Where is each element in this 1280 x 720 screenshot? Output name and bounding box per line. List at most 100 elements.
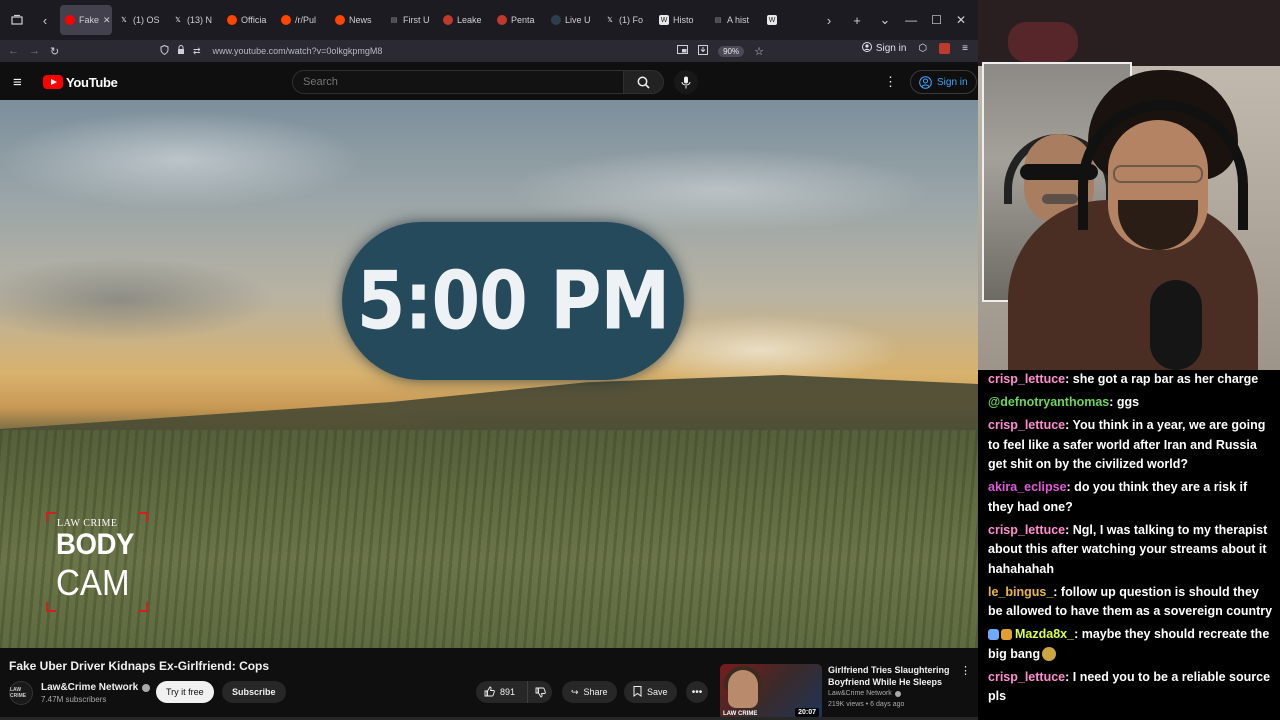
search-input[interactable]: [292, 70, 624, 94]
close-window-icon[interactable]: ✕: [956, 13, 966, 27]
bookmark-star-icon[interactable]: ☆: [754, 45, 764, 58]
dislike-button[interactable]: [528, 687, 552, 698]
browser-tab[interactable]: ▤ A hist: [708, 5, 760, 35]
recommended-channel-row: Law&Crime Network: [828, 690, 901, 697]
subscribe-button[interactable]: Subscribe: [222, 681, 286, 703]
screen: ‹ Fake ✕ 𝕏 (1) OS 𝕏 (13) N Officia/r/Pul News ▤ F…: [0, 0, 1280, 720]
chat-username[interactable]: crisp_lettuce: [988, 372, 1065, 386]
more-horizontal-icon: •••: [691, 686, 703, 698]
chat-username[interactable]: crisp_lettuce: [988, 418, 1065, 432]
chat-message: @defnotryanthomas: ggs: [988, 393, 1276, 413]
back-icon[interactable]: ←: [8, 45, 19, 57]
circle-icon: [497, 15, 507, 25]
extension-badge-icon[interactable]: [939, 43, 951, 54]
browser-account-button[interactable]: Sign in: [861, 42, 906, 55]
voice-search-button[interactable]: [674, 70, 698, 94]
recommended-video[interactable]: LAW CRIME 20:07 Girlfriend Tries Slaught…: [720, 664, 971, 720]
maximize-icon[interactable]: ☐: [931, 13, 942, 27]
browser-window: ‹ Fake ✕ 𝕏 (1) OS 𝕏 (13) N Officia/r/Pul News ▤ F…: [0, 0, 978, 720]
scroll-tabs-left-icon[interactable]: ‹: [32, 7, 58, 33]
browser-tab-label: Histo: [673, 15, 694, 25]
browser-tab[interactable]: W Histo: [654, 5, 706, 35]
chat-username[interactable]: @defnotryanthomas: [988, 395, 1109, 409]
url-bar[interactable]: ⇄ www.youtube.com/watch?v=0olkgkpmgM8 90…: [156, 42, 770, 60]
lock-icon[interactable]: [177, 44, 185, 58]
picture-in-picture-icon[interactable]: [677, 45, 689, 57]
watermark-corner: [138, 602, 148, 612]
chat-username[interactable]: Mazda8x_: [1015, 627, 1074, 641]
share-label: Share: [583, 687, 608, 697]
account-icon: [861, 42, 872, 55]
browser-tab[interactable]: 𝕏 (1) Fo: [600, 5, 652, 35]
app-menu-icon[interactable]: ≡: [962, 43, 968, 54]
search-box: [292, 70, 664, 94]
streamer-webcam: [978, 0, 1280, 370]
shield-icon[interactable]: [160, 44, 169, 58]
chat-username[interactable]: crisp_lettuce: [988, 523, 1065, 537]
browser-tab[interactable]: News: [330, 5, 382, 35]
chat-username[interactable]: le_bingus_: [988, 585, 1053, 599]
poster-mustache: [1042, 194, 1078, 204]
tab-bar: ‹ Fake ✕ 𝕏 (1) OS 𝕏 (13) N Officia/r/Pul News ▤ F…: [0, 0, 978, 40]
verified-check-icon: [894, 690, 901, 697]
zoom-level-badge[interactable]: 90%: [718, 45, 745, 57]
youtube-signin-button[interactable]: Sign in: [910, 70, 977, 94]
chat-message: crisp_lettuce: she got a rap bar as her …: [988, 370, 1276, 390]
chat-badge-icon: [988, 629, 999, 641]
subscriber-count: 7.47M subscribers: [41, 695, 107, 704]
try-it-free-button[interactable]: Try it free: [156, 681, 214, 703]
browser-tab[interactable]: Fake ✕: [60, 5, 112, 35]
chat-text: : ggs: [1109, 395, 1140, 409]
scroll-tabs-right-icon[interactable]: ›: [816, 7, 842, 33]
recommended-title[interactable]: Girlfriend Tries Slaughtering Boyfriend …: [828, 664, 958, 688]
browser-tab[interactable]: Penta: [492, 5, 544, 35]
stream-chat: crisp_lettuce: she got a rap bar as her …: [978, 370, 1280, 720]
reload-icon[interactable]: ↻: [50, 45, 59, 58]
browser-tab-label: Officia: [241, 15, 267, 25]
browser-tab[interactable]: ▤ First U: [384, 5, 436, 35]
share-button[interactable]: ↪ Share: [562, 681, 617, 703]
url-text[interactable]: www.youtube.com/watch?v=0olkgkpmgM8: [213, 46, 383, 56]
reddit-icon: [227, 15, 237, 25]
search-button[interactable]: [624, 70, 664, 94]
browser-tab[interactable]: 𝕏 (1) OS: [114, 5, 166, 35]
browser-tab-label: First U: [403, 15, 430, 25]
tab-overview-icon[interactable]: [4, 7, 30, 33]
browser-tab[interactable]: W: [762, 5, 814, 35]
reddit-icon: [281, 15, 291, 25]
recommended-more-icon[interactable]: ⋮: [960, 664, 971, 677]
chat-username[interactable]: crisp_lettuce: [988, 670, 1065, 684]
new-tab-icon[interactable]: +: [844, 7, 870, 33]
x-icon: 𝕏: [607, 17, 613, 24]
save-button[interactable]: Save: [624, 681, 677, 703]
bodycam-watermark: LAW CRIME BODY CAM: [46, 512, 148, 612]
hamburger-menu-icon[interactable]: ≡: [13, 74, 33, 91]
settings-more-icon[interactable]: ⋮: [884, 74, 897, 90]
video-duration: 20:07: [795, 708, 819, 717]
minimize-icon[interactable]: —: [905, 13, 917, 27]
channel-avatar[interactable]: LAW CRIME: [9, 681, 33, 705]
recommended-channel[interactable]: Law&Crime Network: [828, 690, 892, 697]
browser-tab[interactable]: 𝕏 (13) N: [168, 5, 220, 35]
browser-tab-label: /r/Pul: [295, 15, 317, 25]
like-count: 891: [500, 687, 516, 697]
extensions-icon[interactable]: ⬡: [918, 43, 927, 54]
recommended-thumbnail[interactable]: LAW CRIME 20:07: [720, 664, 822, 720]
youtube-logo[interactable]: YouTube: [43, 75, 118, 90]
tab-list: Fake ✕ 𝕏 (1) OS 𝕏 (13) N Officia/r/Pul News ▤ Fir…: [60, 5, 814, 35]
wikipedia-icon: W: [767, 15, 777, 25]
channel-name[interactable]: Law&Crime Network: [41, 682, 138, 693]
list-all-tabs-icon[interactable]: ⌄: [872, 7, 898, 33]
like-button[interactable]: 891: [476, 681, 528, 703]
permissions-icon[interactable]: ⇄: [193, 46, 201, 57]
chat-username[interactable]: akira_eclipse: [988, 480, 1067, 494]
browser-tab[interactable]: Officia: [222, 5, 274, 35]
close-tab-icon[interactable]: ✕: [103, 15, 111, 26]
browser-tab[interactable]: Live U: [546, 5, 598, 35]
save-page-icon[interactable]: [698, 44, 709, 58]
browser-tab[interactable]: /r/Pul: [276, 5, 328, 35]
forward-icon[interactable]: →: [29, 45, 40, 57]
browser-tab[interactable]: Leake: [438, 5, 490, 35]
video-player[interactable]: 5:00 PM LAW CRIME BODY CAM: [0, 100, 978, 648]
more-actions-button[interactable]: •••: [686, 681, 708, 703]
